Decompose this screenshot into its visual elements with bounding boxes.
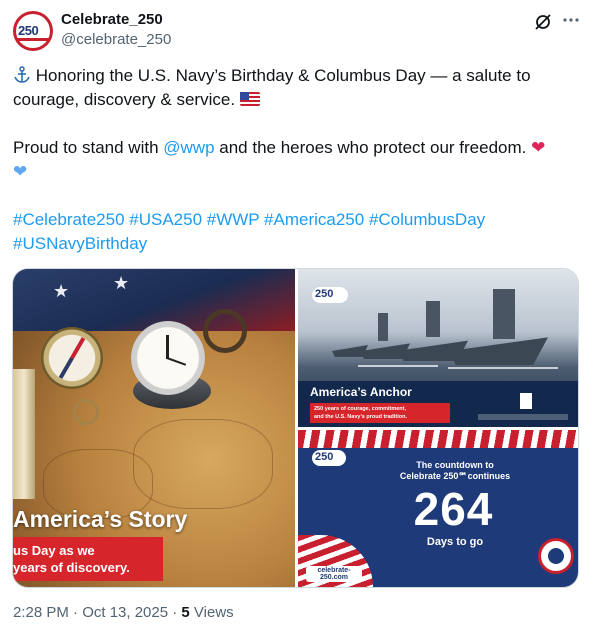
mention-link[interactable]: @wwp: [163, 138, 214, 157]
user-handle[interactable]: @celebrate_250: [61, 31, 171, 48]
hashtags-link[interactable]: #Celebrate250 #USA250 #WWP #America250 #…: [13, 210, 485, 253]
warship-tower: [493, 289, 515, 339]
blue-heart-icon: ❤: [13, 162, 28, 181]
media-image-2[interactable]: 250 America’s Anchor 250 years of courag…: [298, 269, 578, 427]
countdown-heading: The countdown to Celebrate 250℠continues: [390, 460, 520, 482]
tweet-line-2-before: Proud to stand with: [13, 138, 164, 157]
spyglass: [13, 369, 35, 499]
anchor-icon: [13, 66, 36, 85]
compass-icon: [41, 327, 103, 389]
flag-ribbon: [298, 430, 578, 448]
image2-subtitle-line1: 250 years of courage, commitment,: [314, 406, 407, 412]
countdown-heading-line2: Celebrate 250℠continues: [399, 471, 511, 481]
tweet-card: 250 Celebrate_250 @celebrate_250 Honorin…: [0, 0, 596, 637]
display-name[interactable]: Celebrate_250: [61, 11, 163, 28]
media-grid: ★ ★ America’s Story us Day as we years o…: [12, 268, 579, 588]
image2-title: America’s Anchor: [310, 385, 412, 399]
tweet-text: Honoring the U.S. Navy’s Birthday & Colu…: [13, 64, 581, 256]
wave: [448, 367, 558, 369]
tweet-line-1: Honoring the U.S. Navy’s Birthday & Colu…: [13, 66, 531, 109]
image1-title: America’s Story: [13, 506, 188, 532]
us-flag-emoji: [239, 92, 260, 106]
image2-subtitle-line2: and the U.S. Navy’s proud tradition.: [314, 414, 408, 420]
tweet-paragraph-2: Proud to stand with @wwp and the heroes …: [13, 136, 581, 184]
image1-subtitle-line2: years of discovery.: [13, 560, 130, 575]
image3-logo-text: 250: [315, 451, 334, 463]
ship-wheel-icon: [203, 309, 247, 353]
grok-icon[interactable]: [533, 12, 553, 32]
tweet-paragraph-1: Honoring the U.S. Navy’s Birthday & Colu…: [13, 64, 581, 112]
warship-tower: [426, 301, 440, 337]
wwp-logo: [520, 393, 532, 409]
media-image-3[interactable]: 250 The countdown to Celebrate 250℠conti…: [298, 430, 578, 587]
image2-logo-text: 250: [315, 288, 334, 300]
image1-subtitle-line1: us Day as we: [13, 543, 95, 558]
fine-print: [478, 414, 568, 420]
tweet-line-2-after: and the heroes who protect our freedom.: [214, 138, 527, 157]
image2-subtitle: 250 years of courage, commitment, and th…: [314, 405, 450, 421]
seal-center: [548, 548, 564, 564]
avatar-stripe: [17, 38, 49, 41]
star-icon: ★: [53, 281, 70, 301]
views-count[interactable]: 5: [181, 604, 189, 621]
star-icon: ★: [113, 273, 130, 293]
red-heart-icon: ❤: [531, 138, 546, 157]
avatar-logo-text: 250: [18, 23, 39, 38]
timestamp[interactable]: 2:28 PM · Oct 13, 2025 ·: [13, 604, 181, 621]
views-label: Views: [189, 604, 234, 621]
avatar[interactable]: 250: [13, 11, 53, 51]
pocket-watch-icon: [131, 321, 205, 395]
key-ring: [73, 399, 99, 425]
tweet-hashtags: #Celebrate250 #USA250 #WWP #America250 #…: [13, 208, 581, 256]
warship-tower: [378, 313, 388, 341]
countdown-days-label: Days to go: [426, 536, 484, 548]
image1-subtitle: us Day as we years of discovery.: [13, 542, 163, 576]
countdown-url: celebrate-250.com: [306, 566, 362, 582]
countdown-number: 264: [413, 483, 494, 535]
tweet-meta: 2:28 PM · Oct 13, 2025 · 5 Views: [13, 604, 234, 621]
wave: [358, 365, 438, 367]
media-image-1[interactable]: ★ ★ America’s Story us Day as we years o…: [13, 269, 295, 587]
countdown-heading-line1: The countdown to: [416, 460, 494, 470]
more-icon[interactable]: [561, 10, 581, 30]
map-contour: [133, 419, 273, 509]
